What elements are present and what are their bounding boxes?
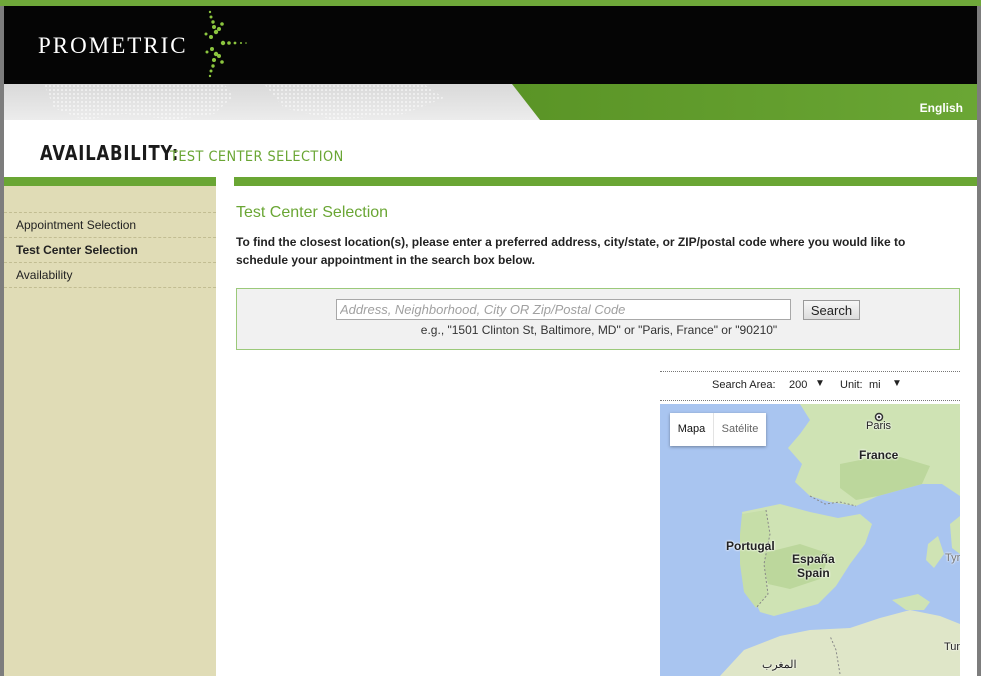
map-type-control: Mapa Satélite <box>670 413 766 446</box>
instructions-text: To find the closest location(s), please … <box>236 235 906 267</box>
map-label-spain: Spain <box>797 566 830 580</box>
world-map-pattern <box>44 84 444 120</box>
search-example-text: e.g., "1501 Clinton St, Baltimore, MD" o… <box>420 323 778 337</box>
triangle-down-icon[interactable]: ▼ <box>892 378 902 389</box>
divider-left <box>4 177 216 186</box>
map-type-map-button[interactable]: Mapa <box>670 413 713 446</box>
sidebar-item-appointment-selection[interactable]: Appointment Selection <box>4 213 216 238</box>
map-label-espana: España <box>792 552 835 566</box>
page-title: AVAILABILITY: <box>40 141 180 165</box>
header-band-accent: English <box>512 84 977 120</box>
map-label-tun: Tun <box>944 641 960 653</box>
unit-select[interactable]: mi <box>869 379 881 391</box>
divider-right <box>234 177 977 186</box>
search-area-select[interactable]: 200 <box>789 379 807 391</box>
address-search-input[interactable] <box>336 299 791 320</box>
triangle-down-icon[interactable]: ▼ <box>815 378 825 389</box>
language-link[interactable]: English <box>920 101 963 115</box>
map-type-satellite-button[interactable]: Satélite <box>713 413 766 446</box>
search-button[interactable]: Search <box>803 300 860 320</box>
page-subtitle: TEST CENTER SELECTION <box>170 149 344 165</box>
starburst-dots-icon <box>204 10 247 78</box>
map-label-france: France <box>859 448 899 462</box>
map-controls: Search Area: 200 ▼ Unit: mi ▼ <box>660 371 960 401</box>
page-title-area: AVAILABILITY: TEST CENTER SELECTION <box>4 120 977 177</box>
unit-label: Unit: <box>840 379 863 391</box>
search-area-label: Search Area: <box>712 379 776 391</box>
header-band: English <box>4 84 977 120</box>
sidebar-nav: Appointment Selection Test Center Select… <box>4 212 216 288</box>
site-header: PROMETRIC <box>4 6 977 84</box>
map-view[interactable]: Mapa Satélite Paris France Portugal Espa… <box>660 404 960 676</box>
sidebar-item-availability[interactable]: Availability <box>4 263 216 288</box>
sidebar: Appointment Selection Test Center Select… <box>4 186 216 676</box>
map-label-tyr: Tyr <box>945 552 960 564</box>
prometric-logo[interactable]: PROMETRIC <box>38 33 188 59</box>
map-label-paris: Paris <box>866 420 892 432</box>
map-label-morocco: المغرب <box>762 659 797 671</box>
map-label-portugal: Portugal <box>726 539 775 553</box>
sidebar-item-test-center-selection[interactable]: Test Center Selection <box>4 238 216 263</box>
search-panel: Search e.g., "1501 Clinton St, Baltimore… <box>236 288 960 350</box>
section-title: Test Center Selection <box>236 204 389 221</box>
